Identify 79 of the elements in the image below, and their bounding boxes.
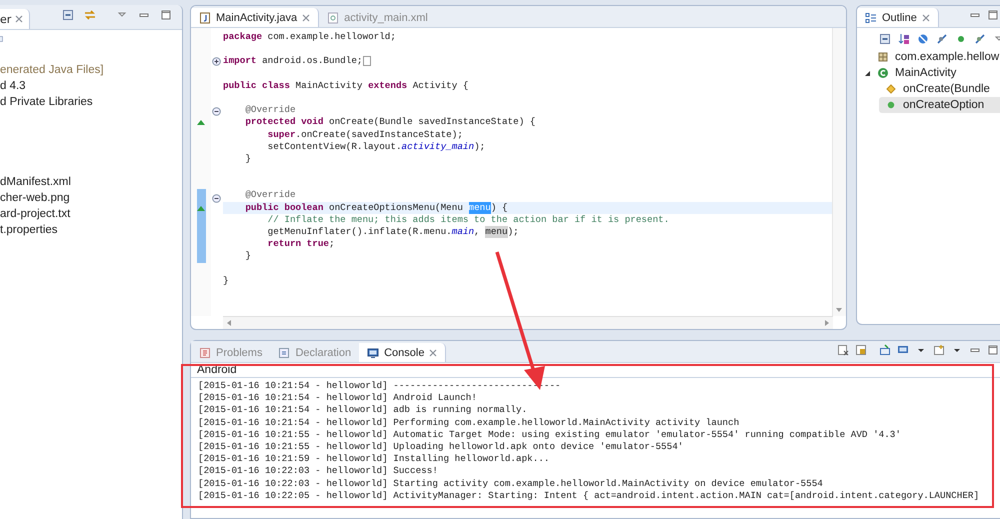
code-line: package com.example.helloworld; — [223, 31, 396, 44]
tree-item[interactable]: ard-project.txt — [0, 208, 70, 220]
collapse-icon[interactable] — [212, 194, 221, 203]
console-line: [2015-01-16 10:21:55 - helloworld] Uploading helloworld.apk onto device 'emulator-5554' — [198, 440, 684, 452]
console-line: [2015-01-16 10:21:59 - helloworld] Installing helloworld.apk... — [198, 453, 550, 464]
tree-item[interactable]: enerated Java Files] — [0, 64, 104, 76]
code-line: setContentView(R.layout.activity_main); — [266, 140, 486, 153]
collapse-all-icon[interactable] — [62, 9, 74, 21]
code-line: } — [244, 152, 251, 166]
code-line: super.onCreate(savedInstanceState); — [266, 128, 463, 141]
tree-item[interactable]: d 4.3 — [0, 80, 26, 92]
scroll-lock-icon[interactable] — [855, 344, 867, 356]
explorer-tab[interactable]: er — [0, 9, 30, 29]
code-line: } — [223, 274, 229, 287]
view-tab[interactable]: Console — [359, 343, 446, 362]
console-line: [2015-01-16 10:22:03 - helloworld] Starting activity com.example.helloworld.MainActivity on device emulator-5554 — [198, 478, 823, 488]
console-line: [2015-01-16 10:22:03 - helloworld] Success! — [198, 465, 438, 476]
hide-nonpublic-icon[interactable] — [955, 33, 967, 45]
package-icon — [877, 51, 889, 63]
sort-icon[interactable] — [898, 33, 910, 45]
class-icon — [877, 67, 889, 79]
tree-item[interactable]: cher-web.png — [0, 192, 70, 204]
folded-code-icon[interactable] — [362, 56, 370, 66]
maximize-icon[interactable] — [987, 9, 999, 21]
collapse-all-icon[interactable] — [879, 33, 891, 45]
new-console-icon[interactable] — [933, 344, 945, 356]
clear-console-icon[interactable] — [837, 344, 849, 356]
problems-icon — [199, 346, 211, 358]
code-line: public boolean onCreateOptionsMenu(Menu menu) { — [244, 202, 508, 214]
code-line: getMenuInflater().inflate(R.menu.main, menu); — [266, 226, 519, 238]
dot-icon — [885, 99, 897, 111]
java-file-icon — [199, 12, 211, 24]
tab-label: er — [0, 12, 12, 26]
outline-item[interactable]: MainActivity — [895, 67, 956, 79]
hide-local-icon[interactable] — [974, 33, 986, 45]
close-icon[interactable] — [302, 14, 310, 22]
expand-icon[interactable] — [212, 56, 221, 66]
scroll-left-icon[interactable] — [227, 320, 231, 326]
declaration-icon — [278, 346, 290, 358]
hide-fields-icon[interactable] — [917, 33, 929, 45]
close-icon[interactable] — [922, 14, 930, 22]
tree-item[interactable]: dManifest.xml — [0, 176, 71, 188]
outline-item[interactable]: com.example.hellow — [895, 51, 1000, 63]
xml-file-icon — [327, 12, 340, 24]
code-line: import android.os.Bundle; — [223, 55, 370, 68]
console-line: [2015-01-16 10:22:05 - helloworld] ActivityManager: Starting: Intent { act=android.intent.action.MAIN cat=[android.intent.category.LAUNCHER] — [198, 490, 980, 501]
code-line: protected void onCreate(Bundle savedInstanceState) { — [244, 116, 536, 129]
outline-icon — [865, 12, 877, 24]
outline-tab[interactable]: Outline — [857, 8, 939, 27]
tree-node-icon — [0, 33, 6, 45]
console-line: [2015-01-16 10:21:55 - helloworld] Automatic Target Mode: using existing emulator 'emulator-5554' running compatible AVD '4.3' — [198, 428, 901, 440]
console-line: [2015-01-16 10:21:54 - helloworld] Performing com.example.helloworld.MainActivity activity launch — [198, 416, 740, 428]
display-console-icon[interactable] — [897, 344, 909, 356]
diamond-icon — [885, 83, 897, 95]
pin-console-icon[interactable] — [879, 344, 891, 356]
hide-static-icon[interactable] — [936, 33, 948, 45]
collapse-icon[interactable] — [212, 107, 221, 116]
close-icon[interactable] — [15, 15, 24, 23]
console-line: [2015-01-16 10:21:54 - helloworld] Android Launch! — [198, 392, 477, 404]
code-line: // Inflate the menu; this adds items to the action bar if it is present. — [266, 214, 670, 226]
code-line: @Override — [244, 104, 296, 116]
code-line: public class MainActivity extends Activity { — [223, 80, 468, 92]
maximize-icon[interactable] — [160, 9, 172, 21]
tree-item[interactable]: d Private Libraries — [0, 96, 93, 108]
console-line: [2015-01-16 10:21:54 - helloworld] adb is running normally. — [198, 404, 528, 416]
editor-tab[interactable]: MainActivity.java — [191, 8, 320, 27]
link-arrows-icon[interactable] — [84, 9, 96, 21]
outline-item[interactable]: onCreate(Bundle — [903, 83, 990, 95]
console-icon — [367, 346, 380, 358]
code-line: @Override — [244, 189, 296, 202]
code-line: return true; — [266, 238, 335, 250]
code-line: } — [244, 250, 251, 263]
close-icon[interactable] — [429, 348, 438, 356]
maximize-icon[interactable] — [987, 344, 999, 356]
console-line: [2015-01-16 10:21:54 - helloworld] ------------------------------ — [198, 380, 561, 391]
tree-item[interactable]: t.properties — [0, 224, 58, 236]
scroll-down-icon[interactable] — [836, 308, 842, 312]
scroll-right-icon[interactable] — [825, 320, 829, 326]
expanded-arrow-icon[interactable] — [863, 69, 871, 77]
